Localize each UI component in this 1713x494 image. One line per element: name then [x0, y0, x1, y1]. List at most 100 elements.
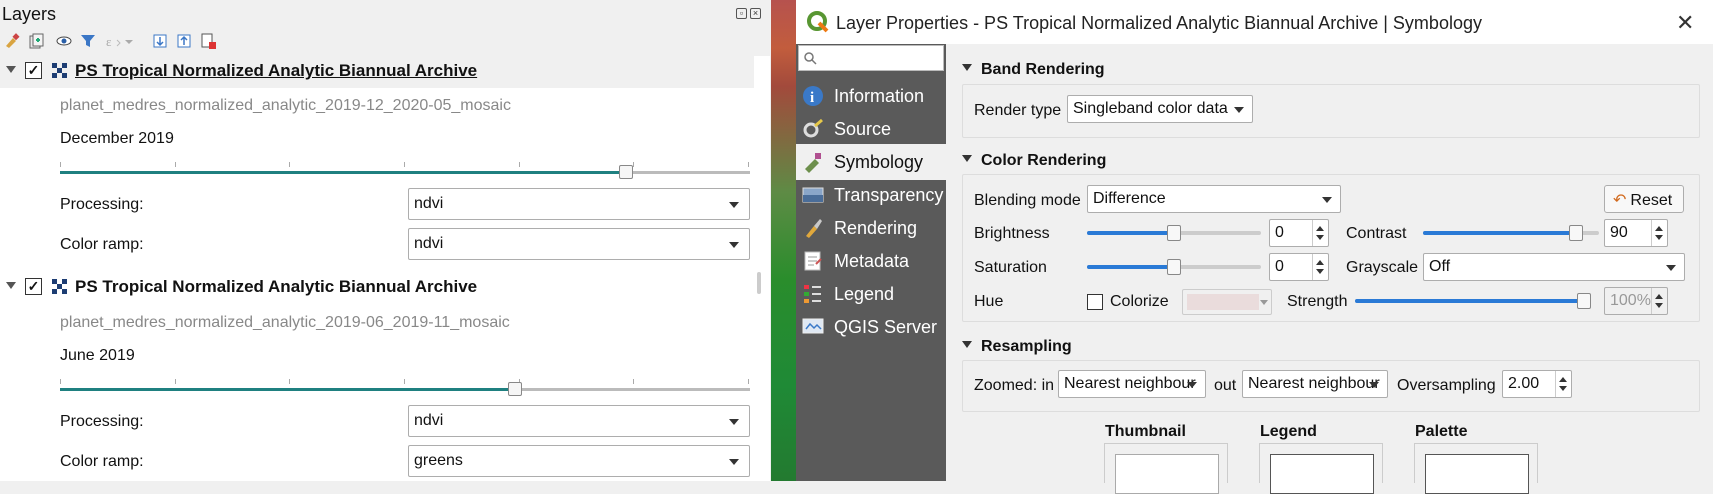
layers-scrollbar[interactable] [754, 56, 770, 481]
spin-down-icon[interactable] [1316, 269, 1324, 274]
spin-down-icon[interactable] [1655, 235, 1663, 240]
zoomed-out-combo[interactable]: Nearest neighbour [1242, 370, 1388, 398]
sidebar-item-legend[interactable]: Legend [796, 276, 946, 312]
layer-group-row[interactable]: ✓ PS Tropical Normalized Analytic Biannu… [0, 56, 760, 88]
thumbnail-preview [1104, 443, 1228, 494]
spin-down-icon[interactable] [1316, 235, 1324, 240]
sidebar-item-transparency[interactable]: Transparency [796, 177, 946, 213]
processing-combo[interactable]: ndvi [408, 188, 750, 220]
slider-handle[interactable] [1577, 293, 1591, 309]
chevron-down-icon [1666, 265, 1676, 271]
legend-preview [1259, 443, 1383, 494]
style-manager-icon[interactable] [2, 31, 22, 51]
strength-spinbox[interactable]: 100% [1604, 287, 1668, 315]
layers-panel-title: Layers [2, 4, 57, 24]
layer-visibility-checkbox[interactable]: ✓ [25, 62, 42, 79]
thumbnail-label: Thumbnail [1105, 423, 1186, 440]
saturation-spinbox[interactable]: 0 [1269, 253, 1329, 281]
blending-mode-combo[interactable]: Difference [1087, 185, 1341, 213]
map-canvas[interactable] [771, 0, 796, 481]
remove-layer-icon[interactable] [198, 31, 218, 51]
chevron-down-icon [729, 242, 739, 248]
section-title: Band Rendering [981, 61, 1105, 78]
contrast-slider[interactable] [1423, 223, 1599, 243]
processing-combo[interactable]: ndvi [408, 405, 750, 437]
spin-up-icon[interactable] [1559, 377, 1567, 382]
sidebar-item-rendering[interactable]: Rendering [796, 210, 946, 246]
filter-legend-icon[interactable] [78, 31, 98, 51]
spin-up-icon[interactable] [1316, 226, 1324, 231]
transparency-icon [802, 184, 824, 206]
source-icon [802, 118, 824, 140]
raster-layer-icon [52, 63, 68, 79]
render-type-label: Render type [974, 102, 1062, 119]
brightness-slider[interactable] [1087, 223, 1261, 243]
add-group-icon[interactable] [26, 31, 46, 51]
saturation-slider[interactable] [1087, 257, 1261, 277]
render-type-value: Singleband color data [1073, 100, 1228, 117]
sidebar-item-qgis-server[interactable]: QGIS Server [796, 309, 946, 345]
strength-slider[interactable] [1355, 291, 1591, 311]
undo-icon: ↶ [1613, 192, 1627, 209]
filter-expression-icon[interactable]: ε [104, 31, 124, 51]
expand-all-icon[interactable] [150, 31, 170, 51]
time-slider[interactable] [60, 162, 750, 182]
layer-visibility-checkbox[interactable]: ✓ [25, 278, 42, 295]
brightness-spinbox[interactable]: 0 [1269, 219, 1329, 247]
color-ramp-value: greens [414, 452, 463, 469]
slider-tick [404, 379, 405, 384]
collapse-arrow-icon[interactable] [6, 282, 16, 289]
sidebar-item-symbology[interactable]: Symbology [796, 144, 946, 180]
layers-toolbar: ε [0, 28, 770, 56]
layer-group-row[interactable]: ✓ PS Tropical Normalized Analytic Biannu… [0, 272, 760, 304]
contrast-spinbox[interactable]: 90 [1604, 219, 1668, 247]
reset-button[interactable]: ↶ Reset [1604, 185, 1684, 213]
render-type-combo[interactable]: Singleband color data [1067, 95, 1253, 123]
sidebar-search-input[interactable] [798, 45, 944, 71]
oversampling-spinbox[interactable]: 2.00 [1502, 370, 1572, 398]
color-ramp-combo[interactable]: ndvi [408, 228, 750, 260]
sidebar-item-source[interactable]: Source [796, 111, 946, 147]
sidebar-item-label: Metadata [834, 251, 910, 271]
spin-up-icon[interactable] [1655, 226, 1663, 231]
manage-visibility-icon[interactable] [54, 31, 74, 51]
sidebar-item-information[interactable]: i Information [796, 78, 946, 114]
collapse-all-icon[interactable] [174, 31, 194, 51]
slider-handle[interactable] [1167, 225, 1181, 241]
spin-up-icon[interactable] [1655, 294, 1663, 299]
collapse-arrow-icon [962, 64, 972, 72]
color-ramp-combo[interactable]: greens [408, 445, 750, 477]
spin-down-icon[interactable] [1559, 386, 1567, 391]
color-rendering-header[interactable]: Color Rendering [962, 152, 1106, 170]
sidebar-item-metadata[interactable]: Metadata [796, 243, 946, 279]
slider-handle[interactable] [1568, 225, 1583, 241]
grayscale-combo[interactable]: Off [1423, 253, 1685, 281]
collapse-arrow-icon[interactable] [6, 66, 16, 73]
out-label: out [1214, 377, 1237, 394]
layer-group-title[interactable]: PS Tropical Normalized Analytic Biannual… [75, 61, 477, 81]
slider-tick [519, 162, 520, 167]
chevron-down-icon [729, 202, 739, 208]
scrollbar-thumb[interactable] [757, 272, 761, 294]
filter-dropdown-icon[interactable] [124, 31, 134, 51]
slider-handle[interactable] [1167, 259, 1181, 275]
time-slider[interactable] [60, 379, 750, 399]
slider-tick [748, 379, 749, 384]
band-rendering-header[interactable]: Band Rendering [962, 61, 1105, 79]
layer-group-title[interactable]: PS Tropical Normalized Analytic Biannual… [75, 277, 477, 297]
resampling-header[interactable]: Resampling [962, 338, 1072, 356]
colorize-checkbox[interactable] [1087, 294, 1103, 310]
close-icon[interactable]: ✕ [1676, 10, 1694, 36]
qgis-logo-icon [806, 10, 830, 34]
layers-panel-titlebar: Layers ▫ × [0, 0, 770, 28]
slider-handle[interactable] [508, 382, 523, 396]
slider-tick [60, 379, 61, 384]
zoomed-in-combo[interactable]: Nearest neighbour [1058, 370, 1206, 398]
spin-down-icon[interactable] [1655, 303, 1663, 308]
colorize-color-button[interactable] [1182, 289, 1272, 315]
slider-handle[interactable] [618, 165, 633, 179]
float-panel-icon[interactable]: ▫ [736, 8, 747, 19]
spin-up-icon[interactable] [1316, 260, 1324, 265]
close-panel-icon[interactable]: × [750, 8, 761, 19]
sidebar-item-label: Symbology [834, 152, 924, 172]
